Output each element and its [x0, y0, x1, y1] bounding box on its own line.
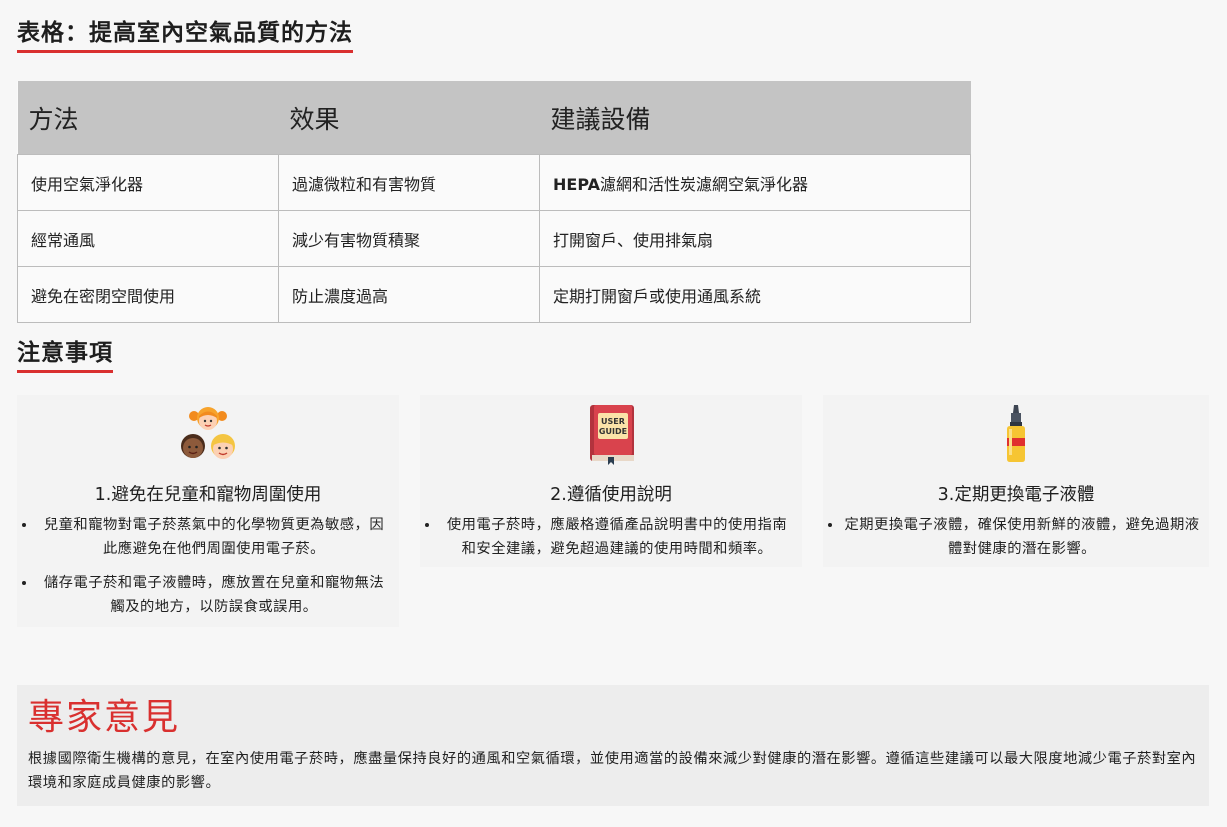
header-method: 方法: [17, 81, 279, 155]
cell-device: HEPA濾網和活性炭濾網空氣淨化器: [539, 154, 971, 211]
list-item: 儲存電子菸和電子液體時，應放置在兒童和寵物無法觸及的地方，以防誤食或誤用。: [37, 571, 391, 619]
table-header-row: 方法 效果 建議設備: [17, 81, 971, 155]
list-item: 兒童和寵物對電子菸蒸氣中的化學物質更為敏感，因此應避免在他們周圍使用電子菸。: [37, 513, 391, 561]
cell-device-text: 定期打開窗戶或使用通風系統: [553, 286, 762, 306]
card-bullet-list: 兒童和寵物對電子菸蒸氣中的化學物質更為敏感，因此應避免在他們周圍使用電子菸。 儲…: [17, 513, 399, 629]
cell-effect: 減少有害物質積聚: [278, 210, 540, 267]
card-title: 1.避免在兒童和寵物周圍使用: [94, 485, 322, 505]
card-bullet-list: 定期更換電子液體，確保使用新鮮的液體，避免過期液體對健康的潛在影響。: [823, 513, 1209, 571]
book-cover-text-line2: GUIDE: [599, 427, 627, 436]
book-cover-text-line1: USER: [601, 417, 625, 426]
note-card-children-pets: 1.避免在兒童和寵物周圍使用 兒童和寵物對電子菸蒸氣中的化學物質更為敏感，因此應…: [17, 395, 399, 627]
expert-opinion-text: 根據國際衛生機構的意見，在室內使用電子菸時，應盡量保持良好的通風和空氣循環，並使…: [28, 751, 1197, 791]
e-liquid-bottle-icon: [1007, 405, 1025, 462]
table-section-title: 表格：提高室內空氣品質的方法: [17, 18, 353, 53]
cell-device-bold: HEPA: [553, 174, 600, 194]
expert-opinion-title: 專家意見: [28, 697, 181, 738]
cell-method: 避免在密閉空間使用: [17, 266, 279, 323]
card-bullet-list: 使用電子菸時，應嚴格遵循產品說明書中的使用指南和安全建議，避免超過建議的使用時間…: [420, 513, 802, 571]
header-device: 建議設備: [539, 81, 971, 155]
card-title: 2.遵循使用說明: [550, 485, 672, 505]
cell-device: 定期打開窗戶或使用通風系統: [539, 266, 971, 323]
table-row: 使用空氣淨化器 過濾微粒和有害物質 HEPA濾網和活性炭濾網空氣淨化器: [17, 154, 971, 211]
cell-device: 打開窗戶、使用排氣扇: [539, 210, 971, 267]
header-effect: 效果: [278, 81, 540, 155]
table-row: 避免在密閉空間使用 防止濃度過高 定期打開窗戶或使用通風系統: [17, 266, 971, 323]
cell-method: 經常通風: [17, 210, 279, 267]
user-guide-book-icon: USER GUIDE: [590, 405, 634, 465]
table-row: 經常通風 減少有害物質積聚 打開窗戶、使用排氣扇: [17, 210, 971, 267]
cell-effect: 防止濃度過高: [278, 266, 540, 323]
cell-method: 使用空氣淨化器: [17, 154, 279, 211]
cell-effect: 過濾微粒和有害物質: [278, 154, 540, 211]
air-quality-table: 方法 效果 建議設備 使用空氣淨化器 過濾微粒和有害物質 HEPA濾網和活性炭濾…: [17, 81, 971, 323]
cell-device-text: 濾網和活性炭濾網空氣淨化器: [599, 174, 808, 194]
card-title: 3.定期更換電子液體: [937, 485, 1095, 505]
list-item: 使用電子菸時，應嚴格遵循產品說明書中的使用指南和安全建議，避免超過建議的使用時間…: [440, 513, 794, 561]
children-icon: [181, 407, 235, 459]
cell-device-text: 打開窗戶、使用排氣扇: [553, 230, 714, 250]
note-card-follow-instructions: USER GUIDE 2.遵循使用說明 使用電子菸時，應嚴格遵循產品說明書中的使…: [420, 395, 802, 567]
list-item: 定期更換電子液體，確保使用新鮮的液體，避免過期液體對健康的潛在影響。: [843, 513, 1201, 561]
expert-opinion-box: 專家意見 根據國際衛生機構的意見，在室內使用電子菸時，應盡量保持良好的通風和空氣…: [17, 685, 1209, 806]
notes-section-title: 注意事項: [17, 338, 113, 373]
note-card-replace-liquid: 3.定期更換電子液體 定期更換電子液體，確保使用新鮮的液體，避免過期液體對健康的…: [823, 395, 1209, 567]
